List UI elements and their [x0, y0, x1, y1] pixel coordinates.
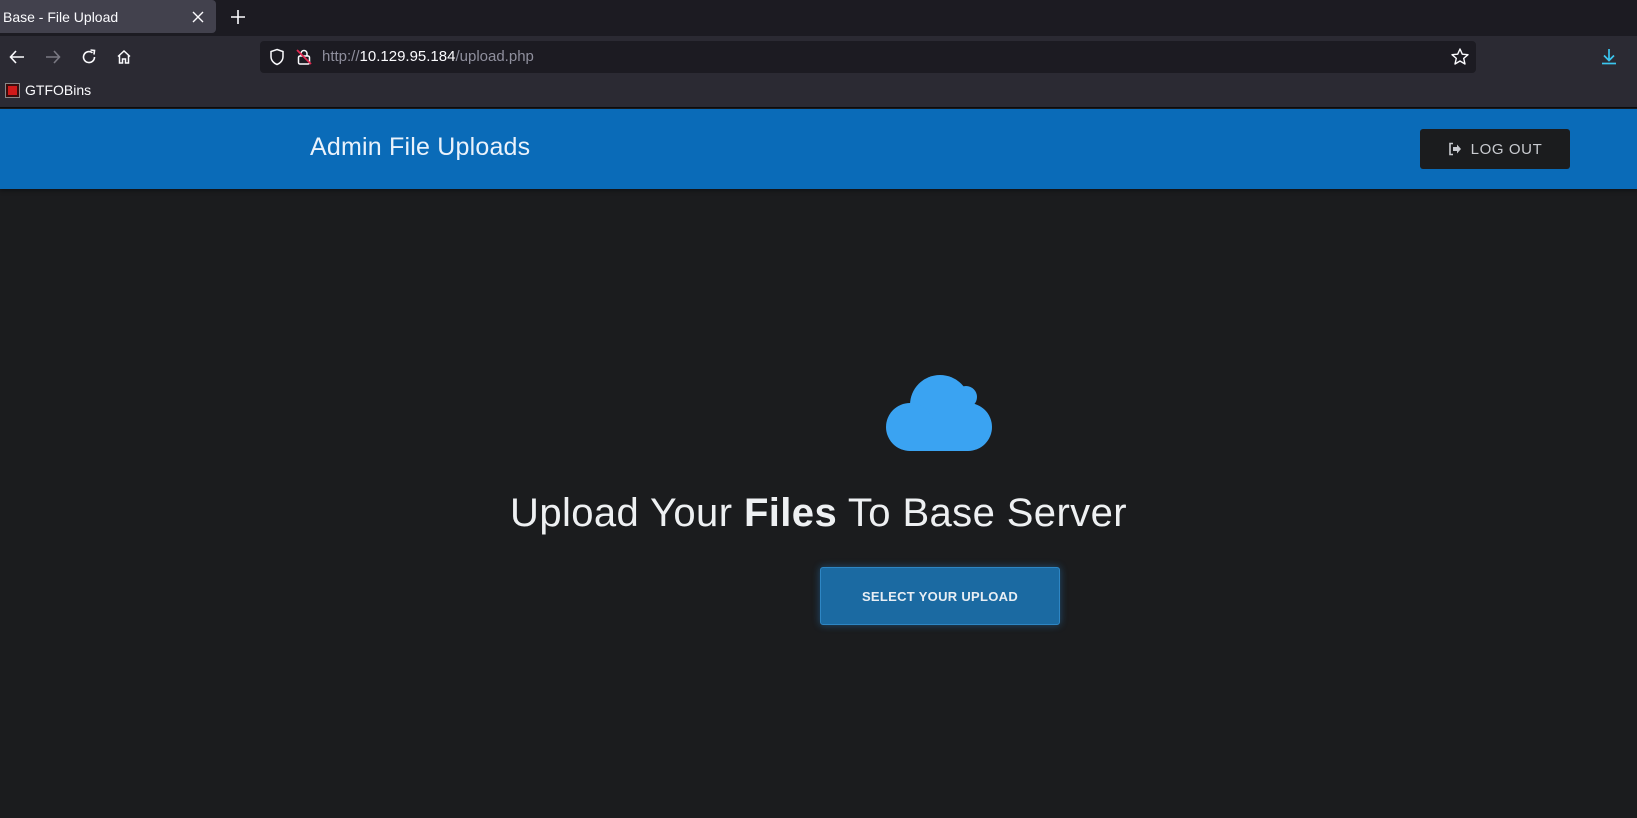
- url-text[interactable]: http://10.129.95.184/upload.php: [322, 48, 534, 65]
- headline-pre: Upload Your: [510, 491, 744, 535]
- gtfobins-favicon-icon: [5, 82, 20, 98]
- download-icon[interactable]: [1598, 46, 1620, 68]
- bookmarks-bar: GTFOBins: [0, 76, 1637, 108]
- headline-post: To Base Server: [837, 491, 1127, 535]
- plus-icon[interactable]: [225, 4, 251, 30]
- bookmark-gtfobins[interactable]: GTFOBins: [5, 82, 91, 98]
- tab-bar: Base - File Upload: [0, 0, 1637, 36]
- bookmark-label: GTFOBins: [25, 82, 92, 98]
- reload-icon[interactable]: [75, 43, 103, 71]
- tab-title: Base - File Upload: [3, 8, 119, 25]
- home-icon[interactable]: [110, 43, 138, 71]
- shield-icon[interactable]: [268, 48, 286, 66]
- close-icon[interactable]: [186, 5, 210, 29]
- select-upload-button[interactable]: SELECT YOUR UPLOAD: [820, 567, 1060, 625]
- arrow-left-icon[interactable]: [3, 43, 31, 71]
- browser-tab[interactable]: Base - File Upload: [0, 0, 216, 33]
- site-header: Admin File Uploads LOG OUT: [0, 109, 1637, 189]
- upload-section: Upload Your Files To Base Server SELECT …: [0, 189, 1637, 818]
- headline-bold: Files: [743, 491, 838, 535]
- logout-label: LOG OUT: [1470, 140, 1543, 158]
- url-bar[interactable]: http://10.129.95.184/upload.php: [260, 41, 1476, 73]
- url-host: 10.129.95.184: [359, 48, 456, 65]
- cloud-icon: [884, 369, 994, 455]
- logout-button[interactable]: LOG OUT: [1420, 129, 1570, 169]
- upload-button-label: SELECT YOUR UPLOAD: [861, 588, 1019, 604]
- url-scheme: http://: [322, 48, 360, 65]
- url-path: /upload.php: [455, 48, 534, 65]
- page-title: Admin File Uploads: [310, 133, 531, 161]
- star-icon[interactable]: [1450, 47, 1470, 67]
- nav-bar: http://10.129.95.184/upload.php: [0, 36, 1637, 76]
- upload-headline: Upload Your Files To Base Server: [0, 491, 1637, 536]
- insecure-lock-icon[interactable]: [295, 48, 313, 66]
- sign-out-icon: [1448, 142, 1462, 156]
- arrow-right-icon[interactable]: [39, 43, 67, 71]
